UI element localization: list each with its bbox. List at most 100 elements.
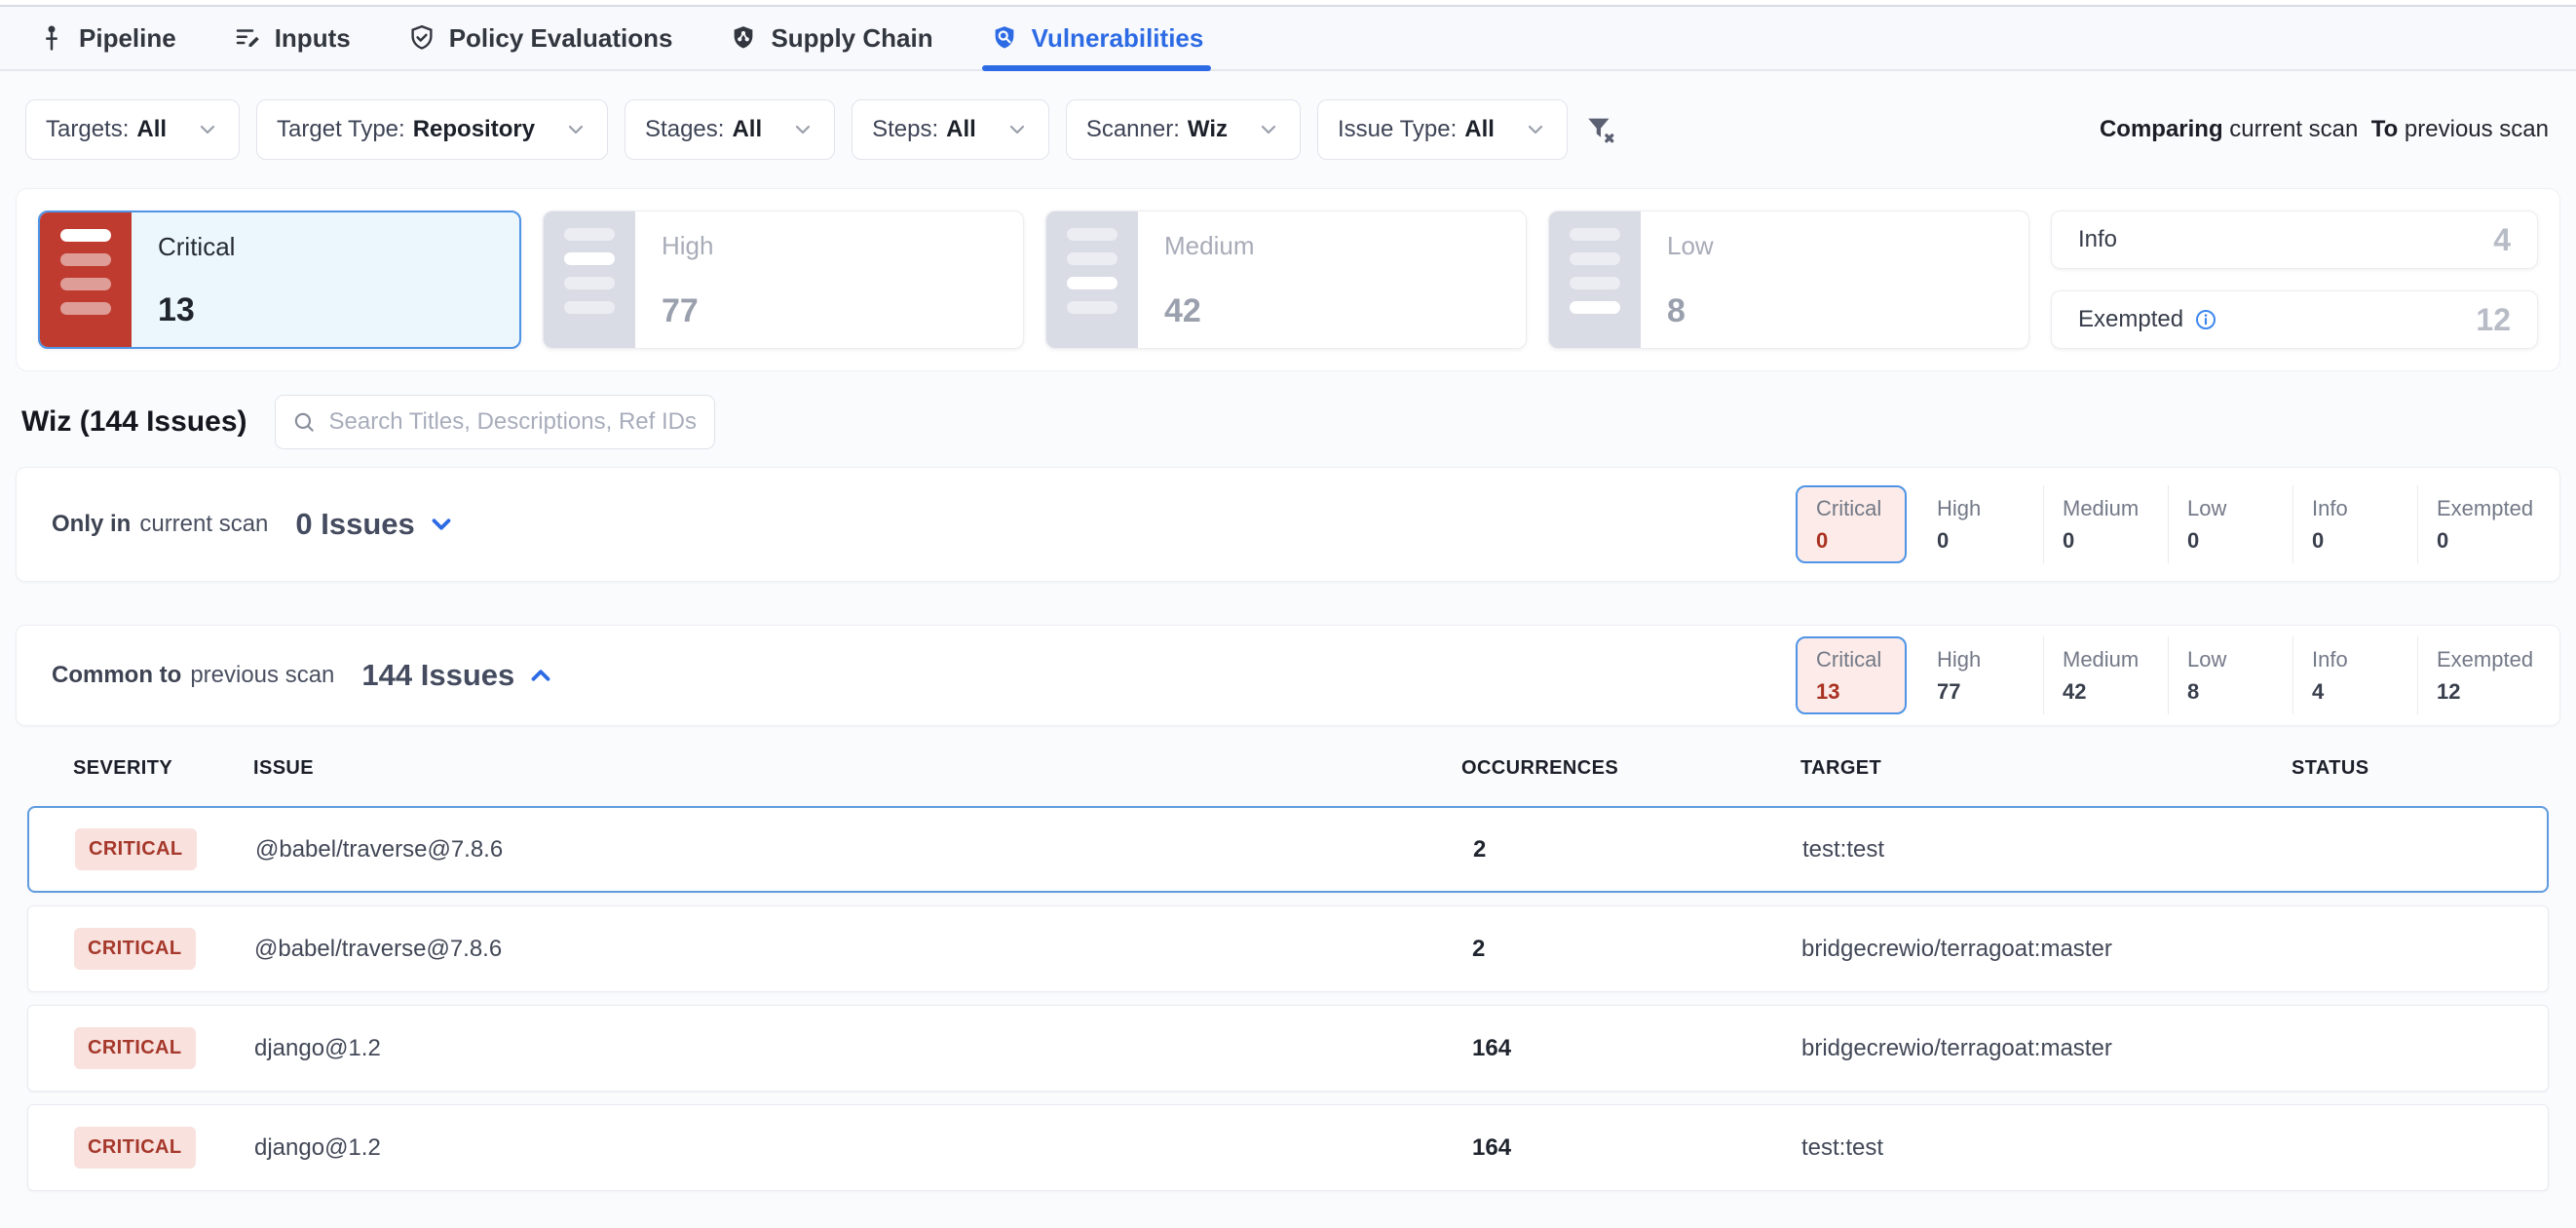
count-chip-exempted[interactable]: Exempted 12	[2417, 636, 2542, 714]
count-chip-critical[interactable]: Critical 13	[1796, 636, 1907, 714]
count-chip-low[interactable]: Low 0	[2168, 485, 2292, 563]
chevron-down-icon	[791, 118, 814, 141]
tab-supply-chain[interactable]: Supply Chain	[729, 7, 932, 69]
severity-badge: CRITICAL	[74, 1027, 196, 1069]
chevron-up-icon	[526, 661, 555, 690]
policy-evaluations-icon	[407, 23, 436, 53]
chevron-down-icon	[1524, 118, 1547, 141]
top-strip	[0, 0, 2576, 7]
comparing-text1: current scan	[2229, 116, 2358, 142]
issue-cell: django@1.2	[254, 1134, 1462, 1162]
tab-inputs[interactable]: Inputs	[233, 7, 351, 69]
occurrences-cell: 164	[1462, 1134, 1801, 1162]
tab-vulnerabilities[interactable]: Vulnerabilities	[990, 7, 1204, 69]
issue-cell: django@1.2	[254, 1035, 1462, 1062]
side-card-info[interactable]: Info 4	[2051, 211, 2538, 269]
section-scope: previous scan	[190, 662, 334, 689]
table-row[interactable]: CRITICAL @babel/traverse@7.8.6 2 bridgec…	[27, 905, 2549, 992]
common-to-previous-toggle[interactable]: Common to previous scan 144 Issues	[52, 658, 555, 693]
severity-summary: Critical 13 High 77 Medium 42 Low 8 I	[16, 188, 2560, 371]
filter-pills: Targets: All Target Type: Repository Sta…	[25, 99, 1568, 160]
section-issues-count: 144 Issues	[361, 658, 514, 693]
count-chip-low[interactable]: Low 8	[2168, 636, 2292, 714]
chevron-down-icon	[427, 510, 456, 539]
section-issues-count: 0 Issues	[295, 507, 414, 542]
filter-bar: Targets: All Target Type: Repository Sta…	[0, 71, 2576, 188]
chevron-down-icon	[196, 118, 219, 141]
table-row[interactable]: CRITICAL django@1.2 164 test:test	[27, 1104, 2549, 1191]
info-icon	[2194, 308, 2217, 331]
target-cell: test:test	[1801, 1134, 2292, 1162]
vulnerabilities-icon	[990, 23, 1019, 53]
section-only-counts: Critical 0 High 0 Medium 0 Low 0 Info 0 …	[1796, 485, 2542, 563]
section-scope: current scan	[139, 511, 268, 538]
count-chip-high[interactable]: High 0	[1918, 485, 2043, 563]
column-header-severity: SEVERITY	[73, 757, 253, 780]
table-row[interactable]: CRITICAL @babel/traverse@7.8.6 2 test:te…	[27, 806, 2549, 893]
issue-cell: @babel/traverse@7.8.6	[254, 936, 1462, 963]
section-prefix: Common to	[52, 662, 181, 689]
supply-chain-icon	[729, 23, 758, 53]
filter-targets[interactable]: Targets: All	[25, 99, 240, 160]
severity-card-medium[interactable]: Medium 42	[1045, 211, 1527, 349]
comparing-bold2: To	[2371, 116, 2399, 142]
pipeline-icon	[37, 23, 66, 53]
filter-steps[interactable]: Steps: All	[852, 99, 1049, 160]
search-input[interactable]	[329, 408, 699, 436]
chevron-down-icon	[1005, 118, 1029, 141]
occurrences-cell: 2	[1463, 836, 1802, 863]
tab-policy-evaluations[interactable]: Policy Evaluations	[407, 7, 673, 69]
comparing-bold1: Comparing	[2100, 116, 2223, 142]
occurrences-cell: 2	[1462, 936, 1801, 963]
issue-cell: @babel/traverse@7.8.6	[255, 836, 1463, 863]
occurrences-cell: 164	[1462, 1035, 1801, 1062]
severity-card-critical[interactable]: Critical 13	[38, 211, 521, 349]
nav-tabs: Pipeline Inputs Policy Evaluations Suppl…	[0, 7, 2576, 71]
column-header-target: TARGET	[1800, 757, 2292, 780]
target-cell: bridgecrewio/terragoat:master	[1801, 1035, 2292, 1062]
search-box	[275, 395, 715, 449]
column-header-occurrences: OCCURRENCES	[1461, 757, 1800, 780]
severity-card-high[interactable]: High 77	[543, 211, 1024, 349]
count-chip-info[interactable]: Info 4	[2292, 636, 2417, 714]
filter-issue-type[interactable]: Issue Type: All	[1317, 99, 1568, 160]
inputs-icon	[233, 23, 262, 53]
side-card-exempted[interactable]: Exempted 12	[2051, 290, 2538, 349]
severity-badge: CRITICAL	[74, 1127, 196, 1169]
count-chip-medium[interactable]: Medium 0	[2043, 485, 2168, 563]
section-prefix: Only in	[52, 511, 131, 538]
issue-rows: CRITICAL @babel/traverse@7.8.6 2 test:te…	[0, 806, 2576, 1191]
issues-table-header: SEVERITY ISSUE OCCURRENCES TARGET STATUS	[27, 748, 2549, 788]
results-header: Wiz (144 Issues)	[21, 395, 2576, 449]
filter-scanner[interactable]: Scanner: Wiz	[1066, 99, 1301, 160]
count-chip-high[interactable]: High 77	[1918, 636, 2043, 714]
chevron-down-icon	[564, 118, 587, 141]
severity-level-icon	[40, 212, 132, 347]
severity-level-icon	[1046, 211, 1138, 348]
section-common-counts: Critical 13 High 77 Medium 42 Low 8 Info…	[1796, 636, 2542, 714]
count-chip-critical[interactable]: Critical 0	[1796, 485, 1907, 563]
side-cards: Info 4 Exempted 12	[2051, 211, 2538, 349]
filter-target-type[interactable]: Target Type: Repository	[256, 99, 608, 160]
column-header-status: STATUS	[2292, 757, 2549, 780]
funnel-x-icon	[1584, 113, 1617, 146]
target-cell: test:test	[1802, 836, 2293, 863]
count-chip-info[interactable]: Info 0	[2292, 485, 2417, 563]
severity-card-low[interactable]: Low 8	[1548, 211, 2029, 349]
count-chip-exempted[interactable]: Exempted 0	[2417, 485, 2542, 563]
chevron-down-icon	[1257, 118, 1280, 141]
table-row[interactable]: CRITICAL django@1.2 164 bridgecrewio/ter…	[27, 1005, 2549, 1092]
search-icon	[291, 409, 317, 435]
results-title: Wiz (144 Issues)	[21, 405, 247, 439]
section-only-in-current: Only in current scan 0 Issues Critical 0…	[16, 467, 2560, 582]
clear-filters-button[interactable]	[1581, 110, 1620, 149]
tab-pipeline[interactable]: Pipeline	[37, 7, 176, 69]
severity-badge: CRITICAL	[74, 928, 196, 970]
comparing-text2: previous scan	[2405, 116, 2549, 142]
comparing-label: Comparing current scan To previous scan	[2100, 116, 2549, 143]
only-in-current-toggle[interactable]: Only in current scan 0 Issues	[52, 507, 456, 542]
severity-level-icon	[1549, 211, 1641, 348]
filter-stages[interactable]: Stages: All	[625, 99, 835, 160]
column-header-issue: ISSUE	[253, 757, 1461, 780]
count-chip-medium[interactable]: Medium 42	[2043, 636, 2168, 714]
